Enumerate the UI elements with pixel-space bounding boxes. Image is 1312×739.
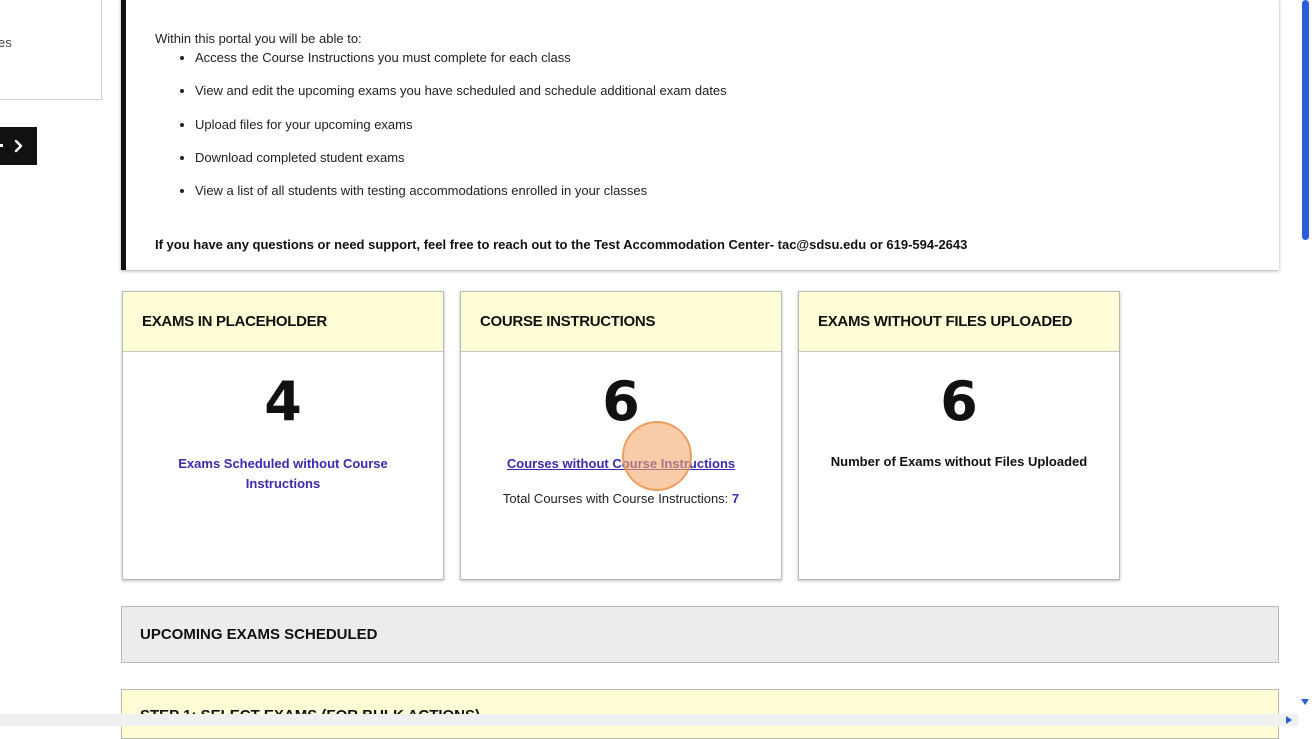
scrollbar-thumb[interactable] xyxy=(1302,0,1309,240)
vertical-scrollbar[interactable] xyxy=(1298,0,1312,712)
upcoming-exams-header[interactable]: UPCOMING EXAMS SCHEDULED xyxy=(121,606,1279,663)
course-instructions-card: COURSE INSTRUCTIONS 6 Courses without Co… xyxy=(460,291,782,580)
feature-item: View and edit the upcoming exams you hav… xyxy=(195,74,727,107)
exams-without-files-card: EXAMS WITHOUT FILES UPLOADED 6 Number of… xyxy=(798,291,1120,580)
scroll-down-arrow-icon[interactable] xyxy=(1301,699,1309,705)
sidebar-partial-text: es xyxy=(0,35,12,50)
card-title: COURSE INSTRUCTIONS xyxy=(461,292,781,352)
no-files-count: 6 xyxy=(940,370,978,433)
instructions-count: 6 xyxy=(602,370,640,433)
portal-info-panel: Within this portal you will be able to: … xyxy=(121,0,1279,270)
exams-without-instructions-link[interactable]: Exams Scheduled without Course Instructi… xyxy=(143,454,423,494)
feature-item: Download completed student exams xyxy=(195,141,727,174)
sidebar-panel: es xyxy=(0,0,102,100)
courses-without-instructions-link[interactable]: Courses without Course Instructions xyxy=(481,454,761,474)
total-courses-value: 7 xyxy=(731,491,740,506)
card-title: EXAMS IN PLACEHOLDER xyxy=(123,292,443,352)
toggle-dot xyxy=(0,144,3,147)
feature-item: Upload files for your upcoming exams xyxy=(195,108,727,141)
feature-item: View a list of all students with testing… xyxy=(195,174,727,207)
exams-in-placeholder-card: EXAMS IN PLACEHOLDER 4 Exams Scheduled w… xyxy=(122,291,444,580)
click-indicator xyxy=(622,421,692,491)
scroll-right-arrow-icon[interactable] xyxy=(1286,716,1292,724)
total-courses-label: Total Courses with Course Instructions: xyxy=(502,491,732,506)
card-title: EXAMS WITHOUT FILES UPLOADED xyxy=(799,292,1119,352)
support-text: If you have any questions or need suppor… xyxy=(155,237,968,252)
sidebar-toggle-button[interactable] xyxy=(0,127,37,165)
horizontal-scrollbar[interactable] xyxy=(0,714,1298,726)
no-files-label: Number of Exams without Files Uploaded xyxy=(830,454,1088,469)
feature-item: Access the Course Instructions you must … xyxy=(195,41,727,74)
placeholder-count: 4 xyxy=(264,370,302,433)
feature-list: Access the Course Instructions you must … xyxy=(155,41,727,207)
chevron-right-icon xyxy=(14,139,22,153)
total-courses-text: Total Courses with Course Instructions: … xyxy=(461,491,781,506)
